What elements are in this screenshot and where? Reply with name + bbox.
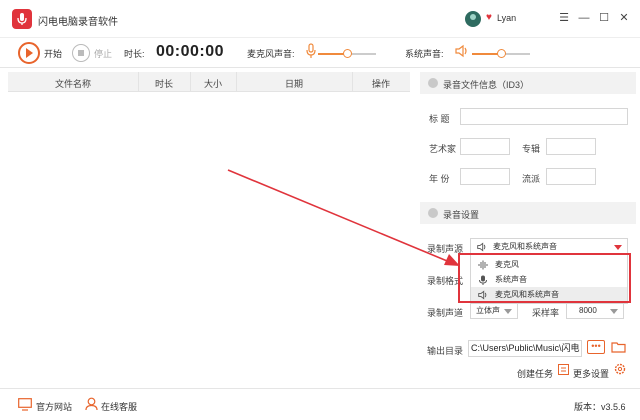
output-path-field[interactable]: C:\Users\Public\Music\闪电 xyxy=(468,340,582,357)
source-dropdown: 麦克风 系统声音 麦克风和系统声音 xyxy=(470,254,628,304)
source-select[interactable]: 麦克风和系统声音 xyxy=(470,238,628,255)
chevron-down-icon[interactable] xyxy=(610,309,618,314)
title-label: 标 题 xyxy=(429,114,450,124)
record-settings-header: 录音设置 xyxy=(420,202,636,224)
more-settings-button[interactable]: 更多设置 xyxy=(573,367,609,380)
support-link[interactable]: 在线客服 xyxy=(101,400,137,413)
genre-label: 流派 xyxy=(522,174,541,184)
dropdown-option-system[interactable]: 系统声音 xyxy=(471,272,627,287)
speaker-icon xyxy=(478,290,487,300)
record-settings-title: 录音设置 xyxy=(443,210,480,220)
dropdown-option-label: 系统声音 xyxy=(495,275,527,284)
microphone-icon xyxy=(479,275,487,285)
sample-rate-value: 8000 xyxy=(579,306,597,315)
browse-button[interactable]: ••• xyxy=(587,340,605,354)
task-icon[interactable] xyxy=(558,364,569,377)
sample-rate-label: 采样率 xyxy=(532,308,560,318)
dropdown-option-mic-and-system[interactable]: 麦克风和系统声音 xyxy=(471,287,627,302)
year-label: 年 份 xyxy=(429,174,450,184)
year-field[interactable] xyxy=(460,168,510,185)
dropdown-option-label: 麦克风和系统声音 xyxy=(495,290,559,299)
settings-gear-icon[interactable] xyxy=(614,363,626,377)
title-field[interactable] xyxy=(460,108,628,125)
chevron-down-icon[interactable] xyxy=(614,245,622,250)
waveform-icon xyxy=(478,260,488,270)
id3-section-title: 录音文件信息（ID3） xyxy=(443,80,530,90)
output-label: 输出目录 xyxy=(427,346,464,356)
source-label: 录制声源 xyxy=(427,244,464,254)
info-icon xyxy=(428,78,438,88)
genre-field[interactable] xyxy=(546,168,596,185)
website-link[interactable]: 官方网站 xyxy=(36,400,72,413)
support-person-icon[interactable] xyxy=(85,397,98,413)
version-label: 版本：v3.5.6 xyxy=(574,402,626,412)
dropdown-option-mic[interactable]: 麦克风 xyxy=(471,257,627,272)
channel-select[interactable]: 立体声 xyxy=(470,302,518,319)
sample-rate-select[interactable]: 8000 xyxy=(566,302,624,319)
channel-label: 录制声道 xyxy=(427,308,464,318)
chevron-down-icon[interactable] xyxy=(504,309,512,314)
artist-field[interactable] xyxy=(460,138,510,155)
channel-select-value: 立体声 xyxy=(476,306,500,315)
album-label: 专辑 xyxy=(522,144,541,154)
album-field[interactable] xyxy=(546,138,596,155)
footer-bar: 官方网站 在线客服 版本：v3.5.6 xyxy=(0,388,640,420)
dropdown-option-label: 麦克风 xyxy=(495,260,519,269)
gear-icon xyxy=(428,208,438,218)
settings-panel: 录音文件信息（ID3） 标 题 艺术家 专辑 年 份 流派 录音设置 录制声源 … xyxy=(420,72,636,382)
monitor-icon[interactable] xyxy=(18,398,32,413)
artist-label: 艺术家 xyxy=(429,144,457,154)
folder-icon[interactable] xyxy=(611,341,626,355)
id3-section-header: 录音文件信息（ID3） xyxy=(420,72,636,94)
format-label: 录制格式 xyxy=(427,276,464,286)
source-select-value: 麦克风和系统声音 xyxy=(493,242,557,251)
create-task-button[interactable]: 创建任务 xyxy=(517,367,553,380)
speaker-icon xyxy=(477,242,486,252)
